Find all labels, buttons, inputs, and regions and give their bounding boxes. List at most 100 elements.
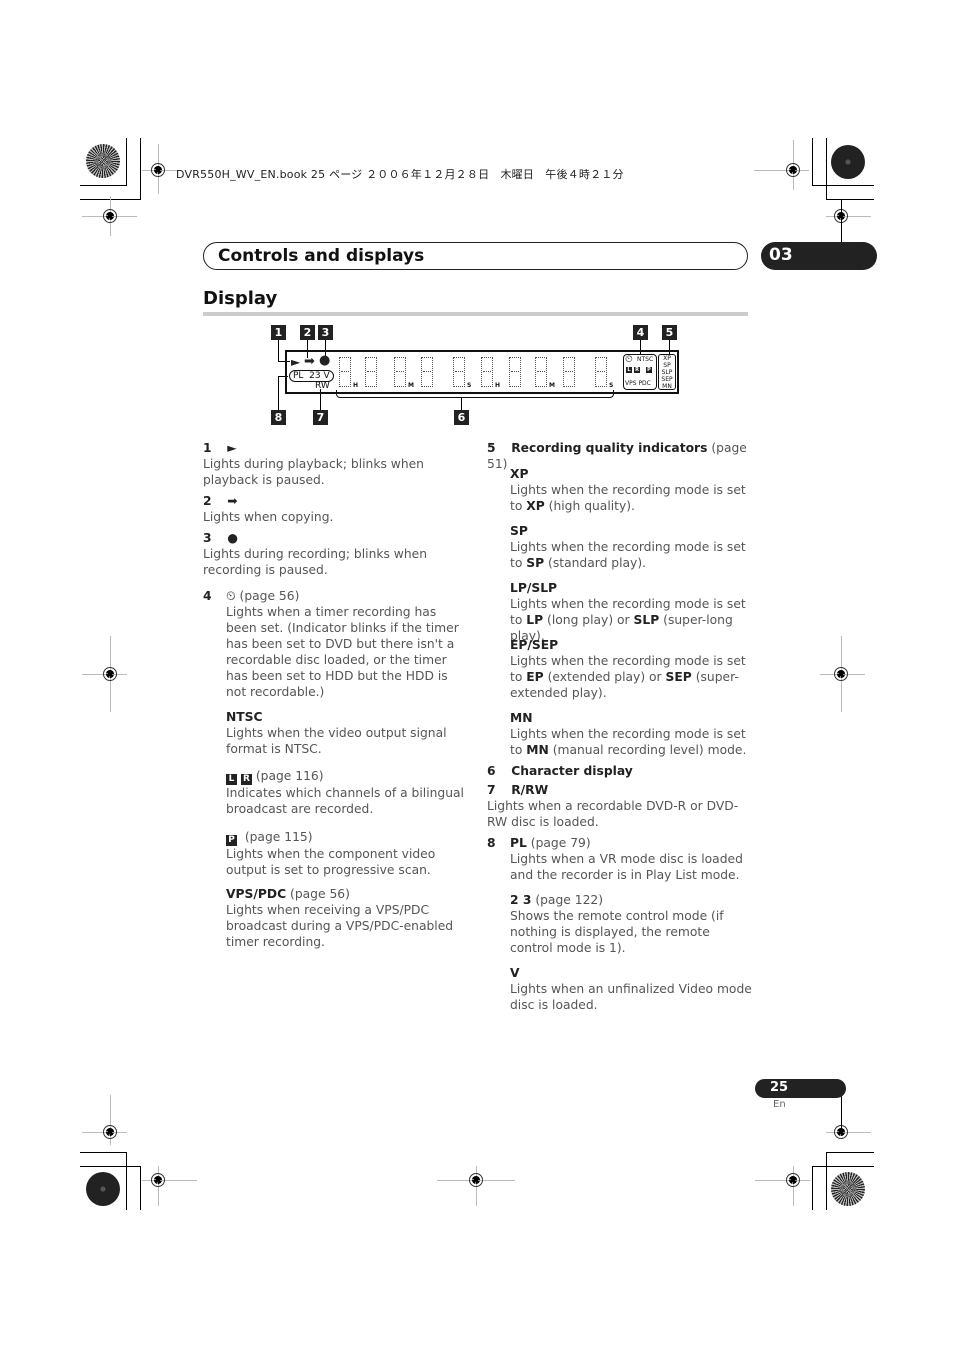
item-description: Lights when a recordable DVD-R or DVD-RW… [487,799,739,829]
callout-8: 8 [271,410,286,425]
list-item: 3 ● Lights during recording; blinks when… [203,530,458,578]
sub-item-vps-pdc: VPS/PDC (page 56) Lights when receiving … [226,886,466,950]
mode-title: LP/SLP [510,581,558,595]
mode-title: SP [510,524,528,538]
crosshair-icon [469,1173,483,1187]
item-description: Indicates which channels of a bilingual … [226,786,464,816]
item-description: Lights when the video output signal form… [226,726,447,756]
chapter-number-badge: 03 [761,242,877,270]
l-channel-icon: L [626,367,632,373]
text-bold: LP [526,613,544,627]
mode-lp-slp: LP/SLP Lights when the recording mode is… [510,580,755,644]
unit-label: M [549,382,555,389]
xp-label: XP [663,355,671,362]
r-channel-icon: R [240,774,252,785]
registration-star-icon [831,1172,865,1206]
callout-7: 7 [313,410,328,425]
callout-4: 4 [633,325,648,340]
registration-star-icon [86,1172,120,1206]
crosshair-icon [786,1173,800,1187]
sub-item-title: V [510,966,520,980]
unit-label: M [408,382,414,389]
mode-mn: MN Lights when the recording mode is set… [510,710,755,758]
ntsc-label: NTSC [637,356,654,363]
list-item: 7 R/RW Lights when a recordable DVD-R or… [487,782,752,830]
r-channel-icon: R [634,367,640,373]
item-number: 8 [487,836,496,850]
mode-sp: SP Lights when the recording mode is set… [510,523,755,571]
crosshair-icon [786,163,800,177]
text-bold: SP [526,556,545,570]
text: (long play) or [543,613,634,627]
item-title: Character display [511,764,633,778]
mode-title: MN [510,711,533,725]
callout-5: 5 [662,325,677,340]
page-reference: (page 56) [290,887,350,901]
sub-item-title: NTSC [226,710,263,724]
sub-item-remote-mode: 2 3 (page 122) Shows the remote control … [510,892,755,956]
crosshair-icon [103,209,117,223]
page-number-badge: 25 [755,1079,846,1098]
text-bold: XP [526,499,545,513]
item-number: 6 [487,764,496,778]
sub-item-v: V Lights when an unfinalized Video mode … [510,965,755,1013]
callout-3: 3 [318,325,333,340]
crosshair-icon [103,1125,117,1139]
chapter-number: 03 [769,245,793,265]
text-bold: EP [526,670,544,684]
item-title: PL [510,836,527,850]
item-number: 4 [203,589,212,603]
crosshair-icon [103,667,117,681]
rw-indicator: RW [315,381,330,391]
item-description: Lights when a timer recording has been s… [226,605,459,699]
chapter-title: Controls and displays [218,246,425,266]
list-item: 2 ➡ Lights when copying. [203,493,458,525]
crosshair-icon [834,667,848,681]
item-title: Recording quality indicators [511,441,708,455]
text-bold: SEP [665,670,692,684]
item-description: Lights when an unfinalized Video mode di… [510,982,752,1012]
progressive-icon: P [646,367,652,373]
list-item: 1 ► Lights during playback; blinks when … [203,440,458,488]
registration-star-icon [831,145,865,179]
callout-6: 6 [454,410,469,425]
item-title: R/RW [511,783,549,797]
page-language: En [773,1099,786,1110]
timer-clock-icon: ⏲ [625,354,633,365]
page-reference: (page 116) [255,769,324,783]
text: (standard play). [544,556,647,570]
item-description: Lights when a VR mode disc is loaded and… [510,852,743,882]
timer-clock-icon: ⏲ [226,589,236,603]
item-number: 3 [203,531,212,545]
l-channel-icon: L [226,774,237,785]
item-description: Shows the remote control mode (if nothin… [510,909,724,955]
mode-title: XP [510,467,529,481]
mn-label: MN [662,383,672,390]
copy-arrow-icon: ➡ [227,494,238,508]
page-reference: (page 115) [244,830,313,844]
record-dot-icon: ● [227,531,238,545]
registration-star-icon [86,144,120,178]
unit-label: H [495,382,501,389]
chapter-title-bar: Controls and displays [203,242,748,270]
item-number: 5 [487,441,496,455]
status-indicator-group: ⏲ NTSC L R P VPS PDC [623,354,657,390]
item-description: Lights during recording; blinks when rec… [203,547,428,577]
callout-2: 2 [300,325,315,340]
copy-indicator-icon: ➡ [304,354,315,369]
item-number: 7 [487,783,496,797]
quality-indicator-group: XP SP SLP SEP MN [658,354,676,390]
sub-item-title: VPS/PDC [226,887,287,901]
sub-item-title: 2 3 [510,893,532,907]
unit-label: S [609,382,614,389]
item-description: Lights when the component video output i… [226,847,436,877]
record-indicator-icon: ● [319,353,331,368]
page-reference: (page 56) [239,589,300,603]
page-reference: (page 79) [530,836,591,850]
text: (extended play) or [543,670,666,684]
sub-item-ntsc: NTSC Lights when the video output signal… [226,709,466,757]
unit-label: H [353,382,359,389]
mode-xp: XP Lights when the recording mode is set… [510,466,755,514]
item-description: Lights when receiving a VPS/PDC broadcas… [226,903,454,949]
sp-label: SP [663,362,671,369]
